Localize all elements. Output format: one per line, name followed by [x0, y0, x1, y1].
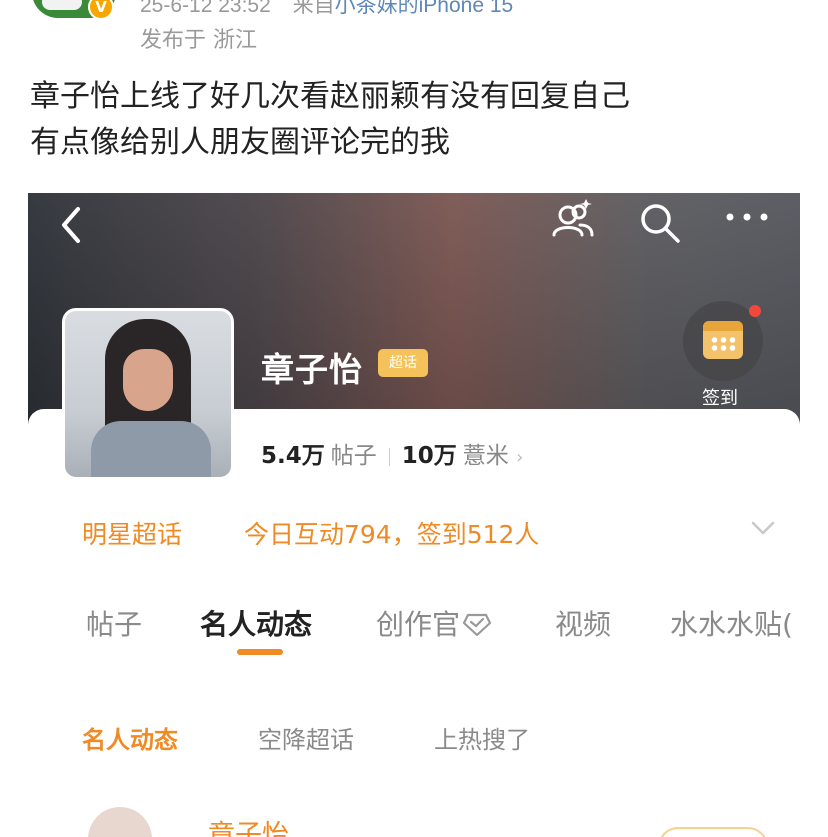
chevron-right-icon: › — [516, 447, 524, 468]
post-text: 章子怡上线了好几次看赵丽颖有没有回复自己 有点像给别人朋友圈评论完的我 — [30, 74, 630, 166]
fans-count: 10万 — [401, 443, 457, 469]
creator-badge-icon — [462, 613, 492, 637]
tab-water-posts[interactable]: 水水水贴( — [670, 603, 793, 643]
embedded-screenshot[interactable]: 章子怡 超话 签到 5.4万 帖子 10万 薏米 › 明星超话 今日互动794，签到5… — [28, 193, 800, 837]
post-timestamp: 25-6-12 23:52 — [140, 0, 271, 17]
tab-bar: 帖子 名人动态 创作官 视频 水水水贴( — [28, 603, 800, 659]
calendar-icon — [703, 321, 743, 359]
feed-author-name[interactable]: 章子怡 — [208, 813, 289, 837]
profile-name: 章子怡 — [261, 350, 363, 389]
tab-videos[interactable]: 视频 — [555, 603, 611, 643]
post-location: 发布于 浙江 — [140, 28, 257, 53]
tab-celebrity-updates[interactable]: 名人动态 — [200, 603, 312, 643]
profile-avatar[interactable] — [62, 308, 234, 480]
posts-label: 帖子 — [330, 443, 377, 469]
tab-creator-label: 创作官 — [376, 608, 461, 641]
stats-divider — [388, 447, 390, 466]
fans-label: 薏米 — [462, 443, 509, 469]
verified-badge-icon: V — [88, 0, 114, 20]
subtab-airdrop[interactable]: 空降超话 — [258, 720, 354, 755]
search-icon[interactable] — [638, 201, 682, 245]
subtab-bar: 名人动态 空降超话 上热搜了 — [28, 720, 800, 760]
follow-button[interactable] — [658, 827, 768, 837]
people-icon[interactable] — [548, 197, 596, 241]
post-from-label: 来自 — [292, 0, 335, 17]
more-icon[interactable] — [722, 207, 772, 227]
tab-posts[interactable]: 帖子 — [86, 603, 142, 643]
active-tab-indicator — [237, 649, 283, 655]
post-device[interactable]: 小茶妹的iPhone 15 — [335, 0, 514, 17]
checkin-label: 签到 — [702, 388, 738, 409]
posts-count: 5.4万 — [261, 443, 325, 469]
back-icon[interactable] — [54, 203, 90, 247]
chevron-down-icon[interactable] — [750, 519, 776, 537]
super-topic-badge: 超话 — [378, 349, 428, 377]
profile-stats[interactable]: 5.4万 帖子 10万 薏米 › — [261, 436, 523, 470]
post-text-line: 章子怡上线了好几次看赵丽颖有没有回复自己 — [30, 79, 630, 114]
post-meta: 25-6-12 23:52 来自小茶妹的iPhone 15 — [140, 0, 513, 19]
subtab-trending[interactable]: 上热搜了 — [434, 720, 530, 755]
checkin-button[interactable] — [683, 301, 763, 381]
post-text-line: 有点像给别人朋友圈评论完的我 — [30, 125, 450, 160]
subtab-celebrity-updates[interactable]: 名人动态 — [82, 720, 178, 755]
notification-dot — [749, 305, 761, 317]
activity-summary: 今日互动794，签到512人 — [244, 520, 540, 549]
category-link[interactable]: 明星超话 — [82, 515, 182, 551]
tab-creator[interactable]: 创作官 — [376, 603, 492, 643]
